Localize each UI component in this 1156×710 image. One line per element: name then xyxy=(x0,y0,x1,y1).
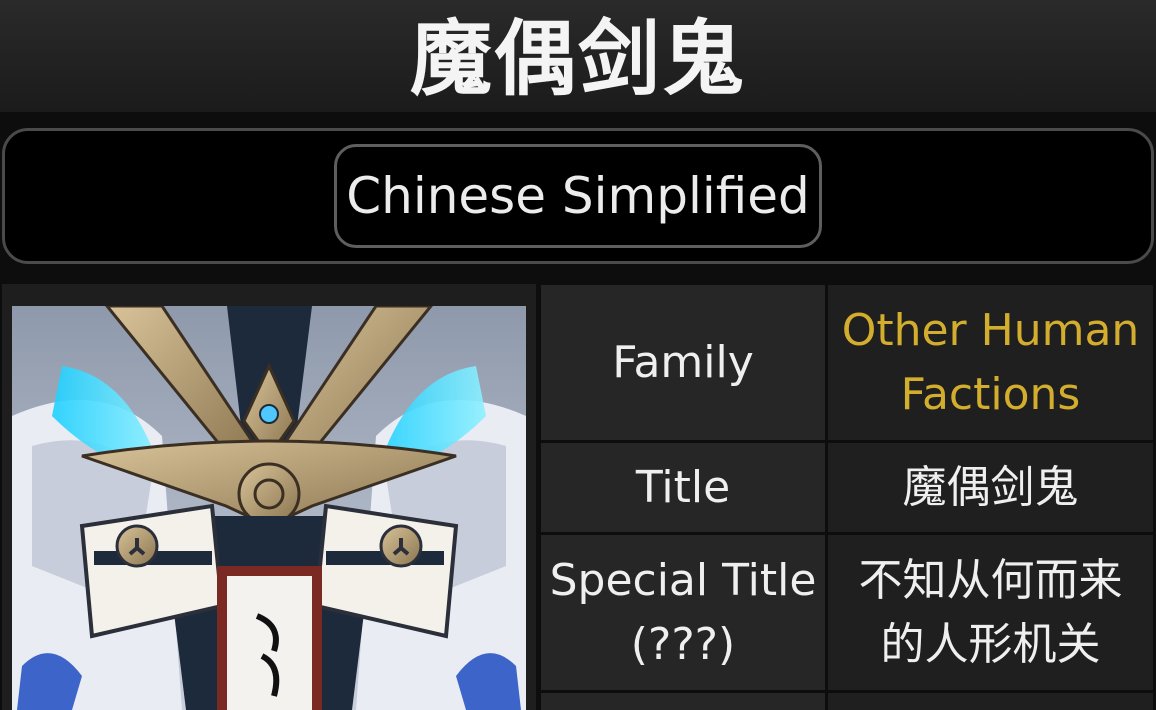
title-value-text: 魔偶剑鬼 xyxy=(902,461,1079,513)
title-header: 魔偶剑鬼 xyxy=(0,0,1156,112)
table-row-special-title: Special Title (???) 不知从何而来 的人形机关 xyxy=(538,532,1156,693)
character-page: 魔偶剑鬼 Chinese Simplified Family Other Hum… xyxy=(0,0,1156,710)
info-table: Family Other Human Factions Title 魔偶剑鬼 S… xyxy=(538,282,1156,710)
family-value-link[interactable]: Other Human Factions xyxy=(825,282,1156,443)
special-title-label-line-2: (???) xyxy=(630,618,736,670)
table-row-partial xyxy=(538,690,1156,710)
title-value: 魔偶剑鬼 xyxy=(825,440,1156,535)
portrait-cell xyxy=(2,284,536,710)
family-value-line-2: Factions xyxy=(900,368,1081,420)
family-label-text: Family xyxy=(612,336,754,388)
language-tab-bar: Chinese Simplified xyxy=(2,128,1154,264)
table-row-family: Family Other Human Factions xyxy=(538,282,1156,443)
partial-value-cell xyxy=(825,690,1156,710)
special-title-value-line-1: 不知从何而来 xyxy=(858,554,1123,606)
title-label-text: Title xyxy=(635,461,731,513)
language-tab-chinese-simplified[interactable]: Chinese Simplified xyxy=(334,144,822,248)
character-portrait-art xyxy=(12,306,526,710)
special-title-label-line-1: Special Title xyxy=(549,554,817,606)
page-title: 魔偶剑鬼 xyxy=(409,11,746,107)
character-portrait xyxy=(12,306,526,710)
special-title-value: 不知从何而来 的人形机关 xyxy=(825,532,1156,693)
special-title-label: Special Title (???) xyxy=(538,532,828,693)
partial-label-cell xyxy=(538,690,828,710)
table-row-title: Title 魔偶剑鬼 xyxy=(538,440,1156,535)
title-label: Title xyxy=(538,440,828,535)
family-label: Family xyxy=(538,282,828,443)
family-value-line-1: Other Human xyxy=(841,304,1140,356)
special-title-value-line-2: 的人形机关 xyxy=(880,618,1101,670)
